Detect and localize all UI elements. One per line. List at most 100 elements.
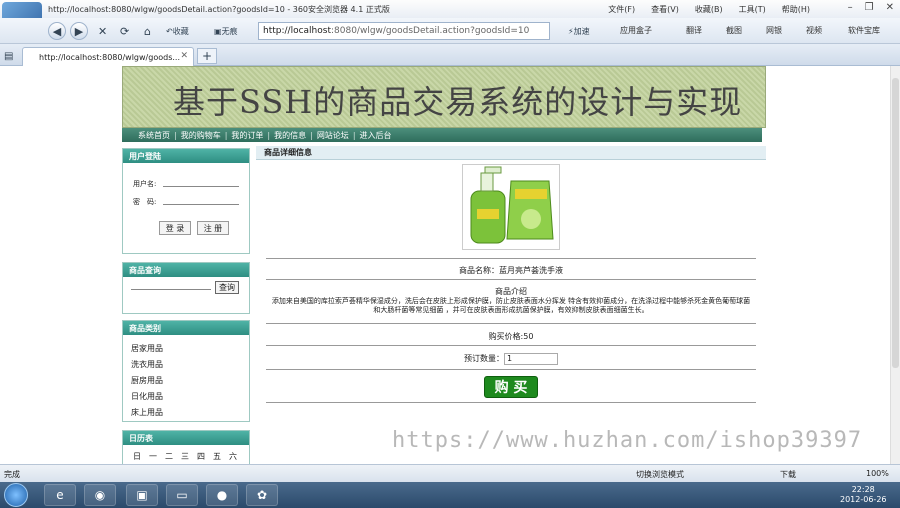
tab-goods-detail[interactable]: http://localhost:8080/wlgw/goods... ✕ — [22, 47, 194, 66]
app-icon[interactable]: ✿ — [246, 484, 278, 506]
stop-icon[interactable]: ✕ — [98, 22, 107, 40]
category-item[interactable]: 日化用品 — [131, 389, 163, 405]
browser-toolbar: ◀ ▶ ✕ ⟳ ⌂ ↶ 收藏 ▣ 无痕 http://localhost:8080/… — [0, 18, 900, 44]
menu-file[interactable]: 文件(F) — [608, 4, 635, 15]
weekday-label: 三 — [181, 452, 189, 461]
restore-icon[interactable]: ❐ — [865, 2, 874, 13]
scrollbar-thumb[interactable] — [892, 78, 899, 368]
incognito-button[interactable]: ▣ 无痕 — [214, 22, 238, 40]
weekday-label: 二 — [165, 452, 173, 461]
login-box: 用户登陆 用户名: 密 码: 登 录 注 册 — [122, 148, 250, 254]
vertical-scrollbar[interactable] — [890, 66, 900, 464]
goods-detail-panel: 商品详细信息 商品名称：蓝月亮芦荟洗手液 商品介绍 添加来自美国的库拉索芦荟精华… — [256, 146, 766, 464]
buy-button[interactable]: 购 买 — [484, 376, 538, 398]
search-button[interactable]: 查询 — [215, 281, 239, 294]
tab-bar: ▤ http://localhost:8080/wlgw/goods... ✕ … — [0, 44, 900, 66]
os-taskbar: e ◉ ▣ ▭ ● ✿ 22:28 2012-06-26 — [0, 482, 900, 508]
folder-icon[interactable]: ▭ — [166, 484, 198, 506]
browse-mode-toggle[interactable]: 切换浏览模式 — [636, 469, 684, 480]
status-text: 完成 — [4, 470, 20, 479]
calendar-box: 日历表 日 一 二 三 四 五 六 — [122, 430, 250, 464]
quantity-input[interactable]: 1 — [504, 353, 558, 365]
address-path: :8080/wlgw/goodsDetail.action?goodsId=10 — [330, 26, 530, 36]
intro-title: 商品介绍 — [495, 287, 527, 296]
window-title: http://localhost:8080/wlgw/goodsDetail.a… — [48, 5, 390, 14]
register-button[interactable]: 注 册 — [197, 221, 229, 235]
category-item[interactable]: 居家用品 — [131, 341, 163, 357]
clock-date: 2012-06-26 — [840, 495, 887, 504]
password-input[interactable] — [163, 193, 239, 205]
toolbar-link-translate[interactable]: 翻译 — [686, 25, 702, 36]
quantity-label: 预订数量： — [464, 354, 504, 363]
site-banner: 基于SSH的商品交易系统的设计与实现 — [122, 66, 766, 128]
address-bar[interactable]: http://localhost:8080/wlgw/goodsDetail.a… — [258, 22, 550, 40]
nav-forum[interactable]: 网站论坛 — [317, 130, 349, 141]
minimize-icon[interactable]: – — [848, 2, 853, 13]
back-icon[interactable]: ◀ — [48, 22, 66, 40]
username-label: 用户名: — [133, 180, 157, 188]
product-price: 购买价格:50 — [266, 324, 756, 346]
nav-home[interactable]: 系统首页 — [138, 130, 170, 141]
menu-help[interactable]: 帮助(H) — [782, 4, 810, 15]
zoom-level[interactable]: 100% — [866, 469, 889, 478]
login-header: 用户登陆 — [123, 149, 249, 163]
detail-header: 商品详细信息 — [256, 146, 766, 160]
menu-tools[interactable]: 工具(T) — [739, 4, 766, 15]
weekday-label: 一 — [149, 452, 157, 461]
search-input[interactable] — [131, 289, 211, 290]
weekday-label: 六 — [229, 452, 237, 461]
category-box: 商品类别 居家用品 洗衣用品 厨房用品 日化用品 床上用品 — [122, 320, 250, 422]
home-icon[interactable]: ⌂ — [144, 22, 151, 40]
quantity-row: 预订数量： 1 — [266, 346, 756, 370]
clock-time: 22:28 — [851, 485, 875, 494]
accelerate-button[interactable]: ⚡ 加速 — [568, 22, 590, 40]
start-button[interactable] — [4, 483, 28, 507]
site-nav: 系统首页 | 我的购物车 | 我的订单 | 我的信息 | 网站论坛 | 进入后台 — [122, 128, 762, 142]
weekday-label: 五 — [213, 452, 221, 461]
product-image — [462, 164, 560, 250]
nav-orders[interactable]: 我的订单 — [231, 130, 263, 141]
refresh-icon[interactable]: ⟳ — [120, 22, 129, 40]
login-button[interactable]: 登 录 — [159, 221, 191, 235]
divider — [266, 402, 756, 403]
category-item[interactable]: 床上用品 — [131, 405, 163, 421]
weekday-label: 日 — [133, 452, 141, 461]
nav-profile[interactable]: 我的信息 — [274, 130, 306, 141]
calendar-header: 日历表 — [123, 431, 249, 445]
address-host: http://localhost — [263, 26, 331, 36]
app-icon[interactable]: ▣ — [126, 484, 158, 506]
tab-close-icon[interactable]: ✕ — [180, 51, 188, 61]
360-browser-icon[interactable]: ◉ — [84, 484, 116, 506]
status-bar: 完成 切换浏览模式 下载 100% — [0, 464, 900, 482]
intro-text: 添加来自美国的库拉索芦荟精华保湿成分，洗后会在皮肤上形成保护膜，防止皮肤表面水分… — [271, 297, 751, 314]
forward-icon[interactable]: ▶ — [70, 22, 88, 40]
sidebar-toggle-icon[interactable]: ▤ — [4, 47, 13, 65]
tab-title: http://localhost:8080/wlgw/goods... — [39, 52, 180, 62]
username-input[interactable] — [163, 175, 239, 187]
nav-cart[interactable]: 我的购物车 — [181, 130, 221, 141]
menu-view[interactable]: 查看(V) — [651, 4, 679, 15]
page-viewport: 基于SSH的商品交易系统的设计与实现 系统首页 | 我的购物车 | 我的订单 | 我的… — [0, 66, 890, 464]
close-icon[interactable]: ✕ — [886, 2, 894, 13]
category-header: 商品类别 — [123, 321, 249, 335]
toolbar-link-screenshot[interactable]: 截图 — [726, 25, 742, 36]
ie-icon[interactable]: e — [44, 484, 76, 506]
search-header: 商品查询 — [123, 263, 249, 277]
menu-favorites[interactable]: 收藏(B) — [695, 4, 723, 15]
product-name: 商品名称：蓝月亮芦荟洗手液 — [266, 258, 756, 280]
search-box: 商品查询 查询 — [122, 262, 250, 314]
accelerate-label: 加速 — [573, 26, 590, 36]
undo-close-button[interactable]: ↶ 收藏 — [166, 22, 189, 40]
category-item[interactable]: 厨房用品 — [131, 373, 163, 389]
new-tab-button[interactable]: + — [197, 48, 217, 64]
category-item[interactable]: 洗衣用品 — [131, 357, 163, 373]
toolbar-link-software[interactable]: 软件宝库 — [848, 25, 880, 36]
download-button[interactable]: 下载 — [780, 469, 796, 480]
toolbar-link-video[interactable]: 视频 — [806, 25, 822, 36]
media-icon[interactable]: ● — [206, 484, 238, 506]
password-label: 密 码: — [133, 198, 157, 206]
product-intro: 商品介绍 添加来自美国的库拉索芦荟精华保湿成分，洗后会在皮肤上形成保护膜，防止皮… — [266, 280, 756, 324]
toolbar-link-bank[interactable]: 网银 — [766, 25, 782, 36]
nav-admin[interactable]: 进入后台 — [360, 130, 392, 141]
toolbar-link-app-box[interactable]: 应用盒子 — [620, 25, 652, 36]
